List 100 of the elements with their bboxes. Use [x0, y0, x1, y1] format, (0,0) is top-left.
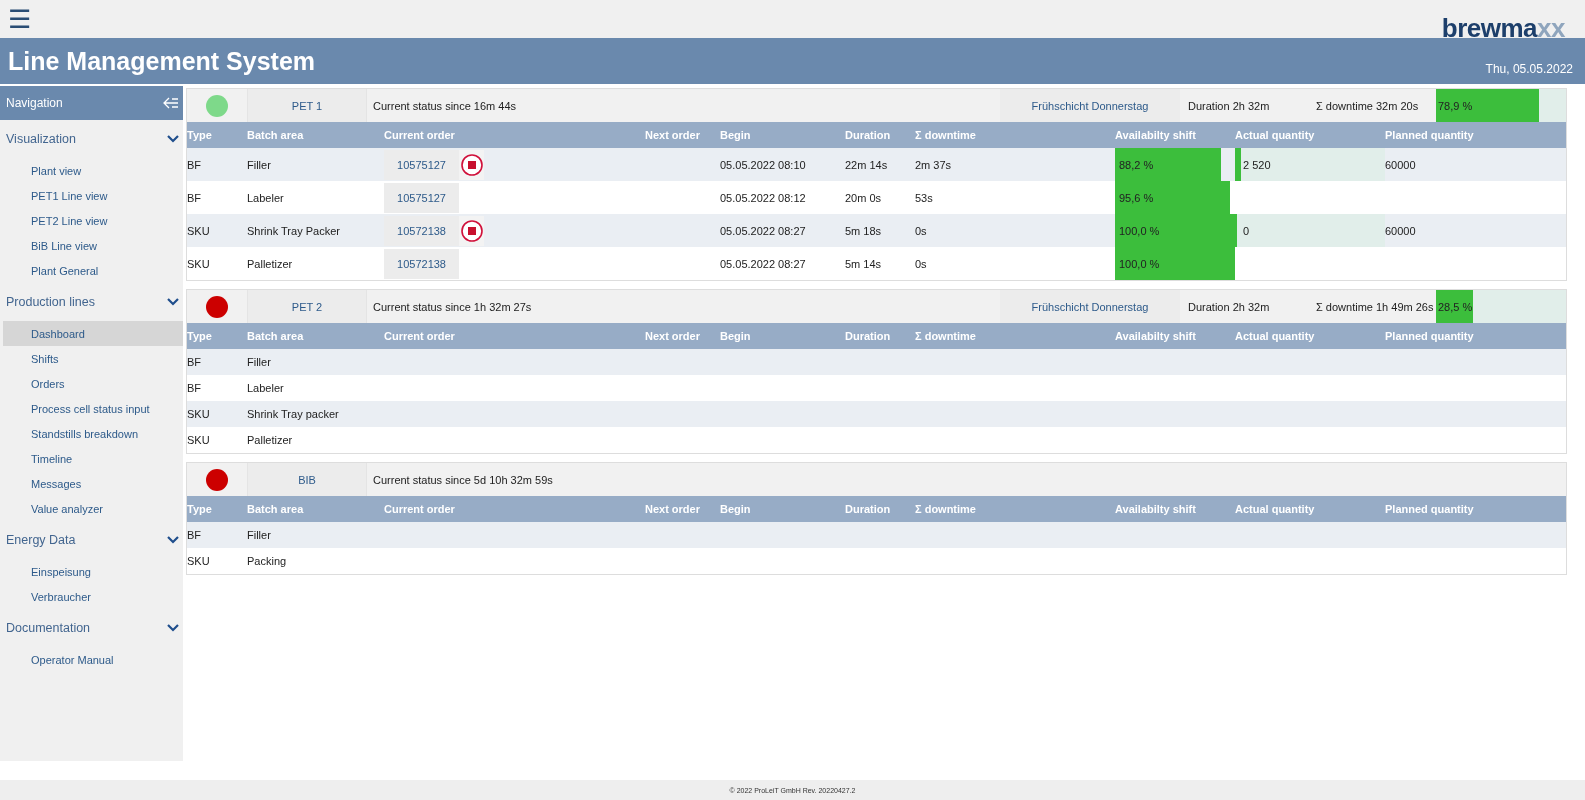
- column-header: Current order: [384, 129, 456, 141]
- table-cell-text: 20m 0s: [845, 191, 883, 204]
- column-header: Actual quantity: [1235, 129, 1316, 141]
- nav-item[interactable]: Timeline: [3, 446, 183, 471]
- nav-item[interactable]: Plant view: [3, 158, 183, 183]
- column-header: Type: [187, 330, 213, 342]
- nav-item[interactable]: PET1 Line view: [3, 183, 183, 208]
- table-cell-text: BF: [187, 191, 203, 204]
- shift-button[interactable]: Frühschicht Donnerstag: [1000, 290, 1180, 323]
- status-text: Current status since 1h 32m 27s: [372, 300, 533, 313]
- table-cell-text: 60000: [1385, 158, 1417, 171]
- column-header: Type: [187, 503, 213, 515]
- stop-icon[interactable]: [460, 153, 483, 176]
- availability-value: 88,2 %: [1118, 158, 1154, 171]
- nav-item[interactable]: Plant General: [3, 258, 183, 283]
- nav-item[interactable]: Shifts: [3, 346, 183, 371]
- nav-item[interactable]: Operator Manual: [3, 647, 183, 672]
- line-name-button[interactable]: BIB: [247, 463, 367, 496]
- column-header: Batch area: [247, 503, 305, 515]
- table-cell-text: 2m 37s: [915, 158, 953, 171]
- downtime-text: Σ downtime 1h 49m 26s: [1315, 300, 1435, 313]
- nav-item[interactable]: Value analyzer: [3, 496, 183, 521]
- downtime-text: Σ downtime 32m 20s: [1315, 99, 1420, 112]
- table-cell-text: SKU: [187, 257, 211, 270]
- collapse-icon[interactable]: [163, 96, 179, 110]
- column-header: Availabilty shift: [1115, 330, 1197, 342]
- column-header: Current order: [384, 330, 456, 342]
- column-header: Planned quantity: [1385, 129, 1475, 141]
- nav-group[interactable]: Documentation: [0, 609, 183, 647]
- table-cell-text: 05.05.2022 08:12: [720, 191, 807, 204]
- nav-item[interactable]: Dashboard: [3, 321, 183, 346]
- column-header: Availabilty shift: [1115, 503, 1197, 515]
- column-header: Begin: [720, 503, 752, 515]
- column-header: Type: [187, 129, 213, 141]
- nav-item[interactable]: Messages: [3, 471, 183, 496]
- brand-logo: brewmaxx: [1441, 13, 1565, 44]
- column-header: Actual quantity: [1235, 503, 1316, 515]
- column-header: Batch area: [247, 330, 305, 342]
- nav-item[interactable]: BiB Line view: [3, 233, 183, 258]
- table-cell-text: 05.05.2022 08:27: [720, 224, 807, 237]
- quantity-value: 2 520: [1242, 158, 1271, 171]
- availability-value: 100,0 %: [1118, 224, 1160, 237]
- table-cell-text: 05.05.2022 08:10: [720, 158, 807, 171]
- table-cell-text: Filler: [247, 356, 272, 368]
- table-cell-text: 0s: [915, 257, 928, 270]
- order-button[interactable]: 10575127: [384, 149, 460, 180]
- table-cell-text: 60000: [1385, 224, 1417, 237]
- column-header: Duration: [845, 129, 892, 141]
- navigation-title: Navigation: [6, 96, 63, 110]
- table-cell-text: SKU: [187, 434, 211, 446]
- table-cell-text: Labeler: [247, 191, 285, 204]
- stop-icon[interactable]: [460, 219, 483, 242]
- table-cell-text: Palletizer: [247, 434, 294, 446]
- status-text: Current status since 16m 44s: [372, 99, 518, 112]
- table-cell-text: 53s: [915, 191, 934, 204]
- column-header: Duration: [845, 503, 892, 515]
- order-button[interactable]: 10572138: [384, 248, 460, 279]
- table-cell-text: SKU: [187, 408, 211, 420]
- table-cell-text: 5m 14s: [845, 257, 883, 270]
- table-cell-text: 05.05.2022 08:27: [720, 257, 807, 270]
- table-cell-text: 22m 14s: [845, 158, 889, 171]
- nav-item[interactable]: Process cell status input: [3, 396, 183, 421]
- table-cell-text: BF: [187, 382, 203, 394]
- availability-value: 95,6 %: [1118, 191, 1154, 204]
- availability-bar: 28,5 %: [1436, 290, 1566, 323]
- nav-item[interactable]: Verbraucher: [3, 584, 183, 609]
- column-header: Duration: [845, 330, 892, 342]
- availability-value: 100,0 %: [1118, 257, 1160, 270]
- duration-text: Duration 2h 32m: [1187, 300, 1271, 313]
- column-header: Next order: [643, 503, 701, 515]
- table-cell-text: Shrink Tray packer: [247, 408, 340, 420]
- line-name-button[interactable]: PET 2: [247, 290, 367, 323]
- status-text: Current status since 5d 10h 32m 59s: [372, 473, 554, 486]
- availability-bar: 78,9 %: [1436, 89, 1566, 122]
- column-header: Availabilty shift: [1115, 129, 1197, 141]
- table-cell-text: 5m 18s: [845, 224, 883, 237]
- table-cell-text: BF: [187, 529, 203, 541]
- duration-text: Duration 2h 32m: [1187, 99, 1271, 112]
- order-button[interactable]: 10575127: [384, 182, 460, 213]
- column-header: Actual quantity: [1235, 330, 1316, 342]
- table-cell-text: Filler: [247, 529, 272, 541]
- column-header: Σ downtime: [915, 503, 977, 515]
- nav-group[interactable]: Visualization: [0, 120, 183, 158]
- order-button[interactable]: 10572138: [384, 215, 460, 246]
- nav-item[interactable]: Einspeisung: [3, 559, 183, 584]
- line-name-button[interactable]: PET 1: [247, 89, 367, 122]
- nav-group[interactable]: Production lines: [0, 283, 183, 321]
- nav-item[interactable]: PET2 Line view: [3, 208, 183, 233]
- shift-button[interactable]: Frühschicht Donnerstag: [1000, 89, 1180, 122]
- nav-group[interactable]: Energy Data: [0, 521, 183, 559]
- nav-item[interactable]: Orders: [3, 371, 183, 396]
- nav-item[interactable]: Standstills breakdown: [3, 421, 183, 446]
- menu-button[interactable]: ☰: [4, 6, 35, 32]
- table-cell-text: 0s: [915, 224, 928, 237]
- column-header: Current order: [384, 503, 456, 515]
- table-cell-text: BF: [187, 356, 203, 368]
- column-header: Planned quantity: [1385, 330, 1475, 342]
- column-header: Batch area: [247, 129, 305, 141]
- quantity-value: 0: [1242, 224, 1250, 237]
- table-cell-text: Packing: [247, 555, 288, 567]
